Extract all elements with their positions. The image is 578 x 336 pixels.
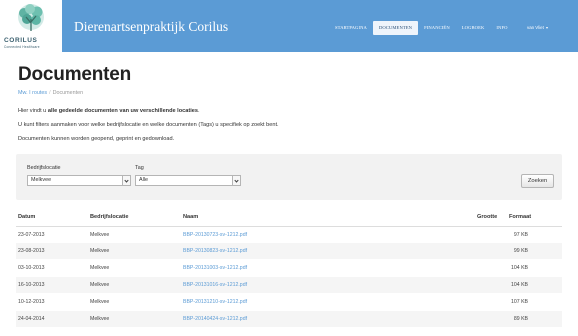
row-date: 03-10-2013 <box>18 265 45 271</box>
row-location: Melkvee <box>90 316 110 322</box>
document-link[interactable]: BBP-20140424-sv-1212.pdf <box>183 316 247 322</box>
document-link[interactable]: BBP-20131210-sv-1212.pdf <box>183 299 247 305</box>
tag-filter-label: Tag <box>135 165 144 171</box>
column-header-date[interactable]: Datum <box>18 214 35 220</box>
table-row: 03-10-2013 Melkvee BBP-20131003-sv-1212.… <box>16 260 562 276</box>
row-size: 104 KB <box>510 265 528 271</box>
column-header-size[interactable]: Grootte <box>477 214 497 220</box>
table-row: 24-04-2014 Melkvee BBP-20140424-sv-1212.… <box>16 311 562 327</box>
column-header-format[interactable]: Formaat <box>509 214 531 220</box>
column-header-name[interactable]: Naam <box>183 214 198 220</box>
row-location: Melkvee <box>90 248 110 254</box>
chevron-down-icon <box>232 176 240 185</box>
intro-text-3: Documenten kunnen worden geopend, geprin… <box>18 136 175 142</box>
document-link[interactable]: BBP-20130823-sv-1212.pdf <box>183 248 247 254</box>
filter-panel: Bedrijfslocatie Melkvee Tag Alle Zoeken <box>16 154 562 200</box>
row-location: Melkvee <box>90 232 110 238</box>
row-size: 89 KB <box>513 316 528 322</box>
document-link[interactable]: BBP-20131003-sv-1212.pdf <box>183 265 247 271</box>
row-size: 107 KB <box>510 299 528 305</box>
row-size: 99 KB <box>513 248 528 254</box>
row-date: 10-12-2013 <box>18 299 45 305</box>
page-title: Documenten <box>18 64 132 85</box>
chevron-down-icon <box>545 26 548 29</box>
column-header-location[interactable]: Bedrijfslocatie <box>90 214 129 220</box>
logo[interactable]: CORILUS Connected Healthcare <box>0 0 62 52</box>
breadcrumb-home-link[interactable]: Mw. I routes <box>18 90 47 96</box>
row-size: 97 KB <box>513 232 528 238</box>
table-row: 23-07-2013 Melkvee BBP-20130723-sv-1212.… <box>16 226 562 242</box>
row-date: 23-07-2013 <box>18 232 45 238</box>
intro-text-1-pre: Hier vindt u <box>18 108 48 114</box>
table-row: 10-12-2013 Melkvee BBP-20131210-sv-1212.… <box>16 294 562 310</box>
search-button[interactable]: Zoeken <box>521 174 554 188</box>
nav-item-financien[interactable]: FINANCIËN <box>418 21 456 35</box>
tree-logo-icon <box>18 4 44 31</box>
intro-text-1-post: . <box>198 108 200 114</box>
intro-text-1: Hier vindt u alle gedeelde documenten va… <box>18 108 200 114</box>
user-menu[interactable]: van Vliet <box>527 25 548 30</box>
tag-select-value: Alle <box>139 177 148 183</box>
nav-item-info[interactable]: INFO <box>490 21 513 35</box>
breadcrumb: Mw. I routes / Documenten <box>18 90 83 96</box>
breadcrumb-current: Documenten <box>52 90 84 96</box>
nav-item-documenten[interactable]: DOCUMENTEN <box>372 21 419 35</box>
logo-text: CORILUS <box>4 37 38 44</box>
site-title[interactable]: Dierenartsenpraktijk Corilus <box>74 19 228 35</box>
top-bar: CORILUS Connected Healthcare Dierenartse… <box>0 0 578 52</box>
document-link[interactable]: BBP-20130723-sv-1212.pdf <box>183 232 247 238</box>
nav-item-startpagina[interactable]: STARTPAGINA <box>329 21 373 35</box>
tag-select[interactable]: Alle <box>135 175 241 186</box>
nav-item-logboek[interactable]: LOGBOEK <box>456 21 491 35</box>
location-filter-label: Bedrijfslocatie <box>27 165 61 171</box>
chevron-down-icon <box>122 176 130 185</box>
row-date: 23-08-2013 <box>18 248 45 254</box>
row-size: 104 KB <box>510 282 528 288</box>
table-row: 23-08-2013 Melkvee BBP-20130823-sv-1212.… <box>16 243 562 259</box>
main-nav: STARTPAGINA DOCUMENTEN FINANCIËN LOGBOEK… <box>329 21 514 35</box>
row-location: Melkvee <box>90 282 110 288</box>
row-date: 16-10-2013 <box>18 282 45 288</box>
logo-tagline: Connected Healthcare <box>4 45 40 49</box>
document-link[interactable]: BBP-20131016-sv-1212.pdf <box>183 282 247 288</box>
row-date: 24-04-2014 <box>18 316 45 322</box>
intro-text-1-bold: alle gedeelde documenten van uw verschil… <box>47 108 199 114</box>
row-location: Melkvee <box>90 299 110 305</box>
table-row: 16-10-2013 Melkvee BBP-20131016-sv-1212.… <box>16 277 562 293</box>
intro-text-2: U kunt filters aanmaken voor welke bedri… <box>18 122 279 128</box>
location-select[interactable]: Melkvee <box>27 175 131 186</box>
row-location: Melkvee <box>90 265 110 271</box>
location-select-value: Melkvee <box>31 177 52 183</box>
user-name: van Vliet <box>527 25 544 30</box>
